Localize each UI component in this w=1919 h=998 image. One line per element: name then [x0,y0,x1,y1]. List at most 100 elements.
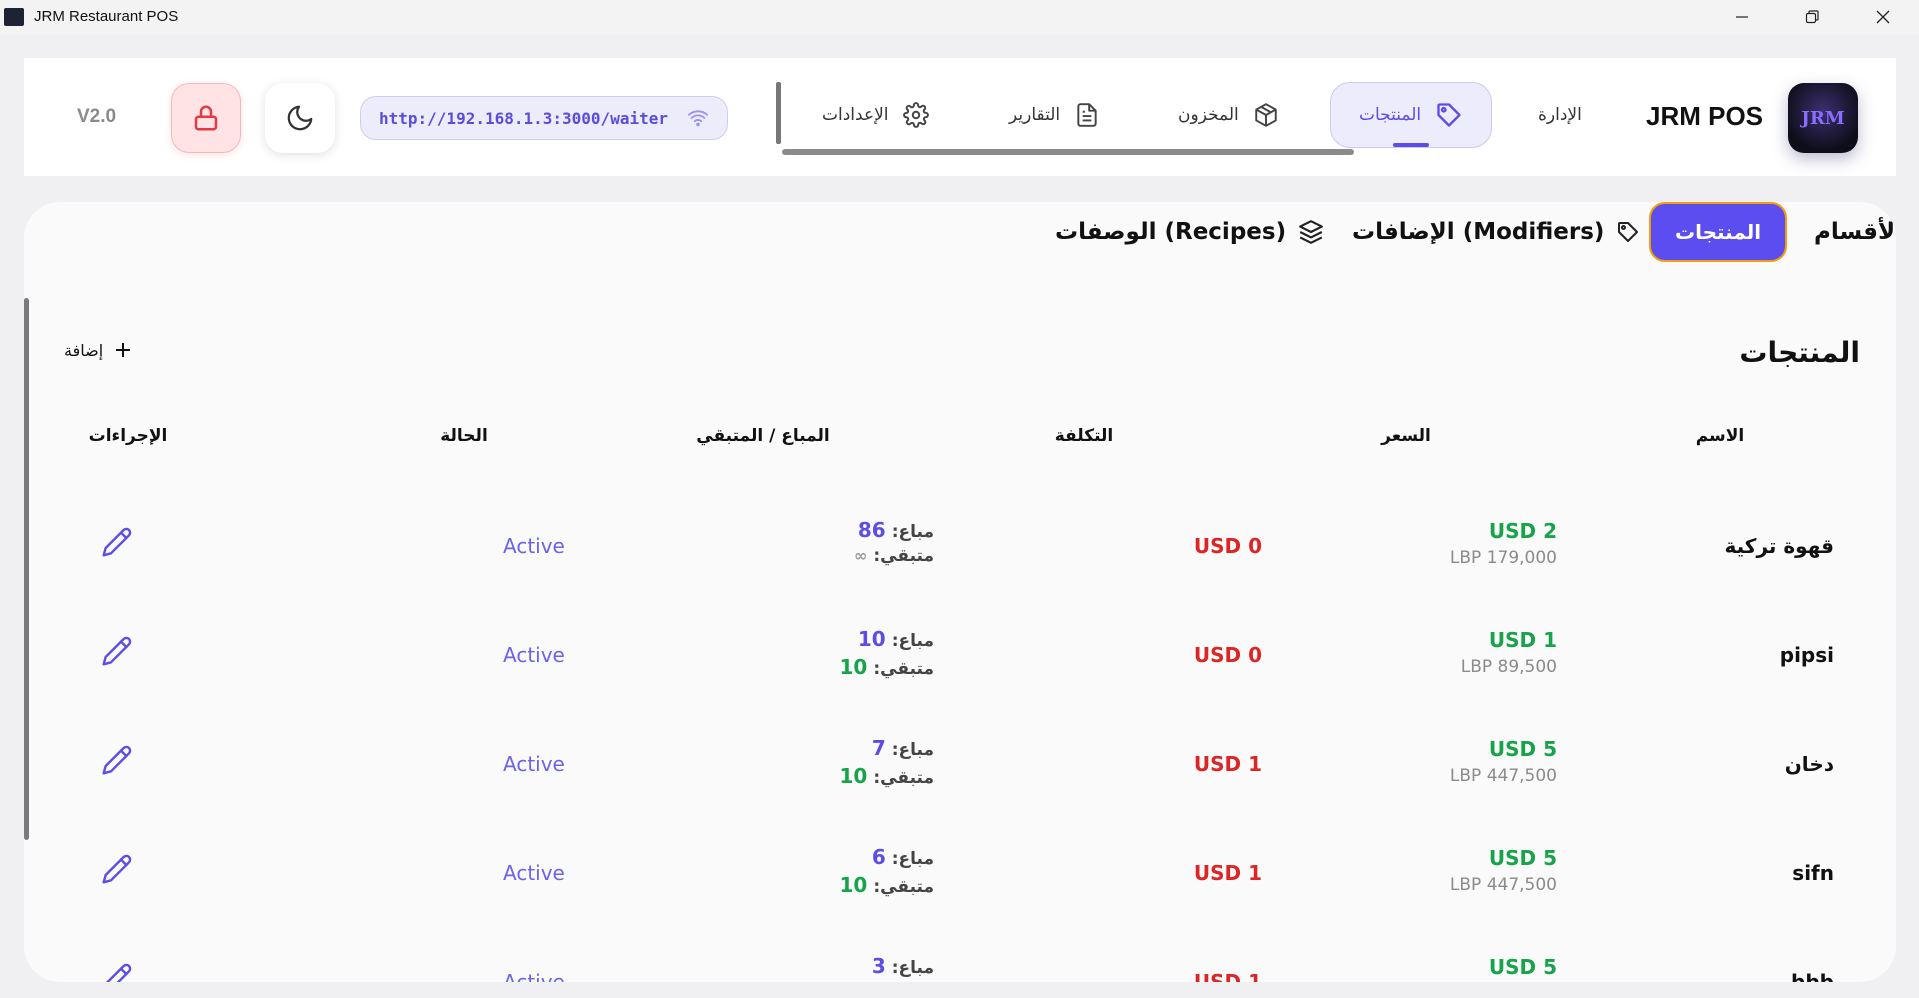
box-icon [1255,103,1277,127]
table-row: sifn USD 5 LBP 447,500 USD 1 مباع: 6 متب… [24,821,1896,930]
remaining-count: متبقي: 10 [840,764,934,788]
table-row: pipsi USD 1 LBP 89,500 USD 0 مباع: 10 مت… [24,603,1896,712]
product-name: دخان [1784,752,1834,776]
nav-label: الإدارة [1538,105,1582,125]
price-usd: USD 5 [1488,737,1557,761]
product-name: sifn [1792,861,1834,885]
remaining-count: متبقي: ∞ [854,546,934,566]
price-lbp: LBP 447,500 [1449,875,1557,895]
table-row: bbb USD 5 LBP 447,500 USD 1 مباع: 3 متبق… [24,930,1896,982]
nav-item-reports[interactable]: التقارير [1009,82,1100,148]
moon-icon [287,105,313,131]
nav-item-management[interactable]: الإدارة [1538,82,1582,148]
price-lbp: LBP 179,000 [1449,548,1557,568]
product-name: bbb [1791,970,1834,982]
product-name: pipsi [1779,643,1834,667]
add-product-button[interactable]: إضافة [64,340,133,360]
dark-mode-toggle[interactable] [265,83,335,153]
sold-count: مباع: 7 [872,736,934,760]
edit-button[interactable] [101,962,133,982]
lock-icon [194,105,218,131]
pencil-icon [102,854,132,884]
waiter-url-badge[interactable]: http://192.168.1.3:3000/waiter [360,96,728,140]
title-bar: JRM Restaurant POS [0,0,1919,34]
tag-icon [1437,103,1461,127]
sold-prefix: مباع: [891,631,934,651]
remaining-prefix: متبقي: [873,546,934,566]
header-sold-remaining: المباع / المتبقي [696,426,830,446]
app-icon [4,8,24,26]
table-row: دخان USD 5 LBP 447,500 USD 1 مباع: 7 متب… [24,712,1896,821]
sold-count: مباع: 86 [858,518,934,542]
nav-item-products[interactable]: المنتجات [1330,82,1493,148]
price-lbp: LBP 447,500 [1449,766,1557,786]
brand-name: JRM POS [1646,101,1764,131]
remaining-value: 10 [839,764,868,788]
table-row: قهوة تركية USD 2 LBP 179,000 USD 0 مباع:… [24,494,1896,603]
cost-value: USD 0 [1193,643,1262,667]
wifi-icon [687,110,709,127]
price-usd: USD 2 [1488,519,1557,543]
remaining-count: متبقي: 10 [840,873,934,897]
status-badge: Active [503,752,565,776]
status-badge: Active [503,643,565,667]
sold-prefix: مباع: [891,958,934,978]
remaining-prefix: متبقي: [873,877,934,897]
price-usd: USD 1 [1488,628,1557,652]
price-usd: USD 5 [1488,846,1557,870]
status-badge: Active [503,861,565,885]
cost-value: USD 1 [1193,970,1262,982]
restore-button[interactable] [1782,0,1842,34]
subtab-categories[interactable]: الأقسام [1814,202,1896,262]
sold-value: 6 [871,845,886,869]
nav-item-settings[interactable]: الإعدادات [822,82,929,148]
pencil-icon [102,636,132,666]
minimize-button[interactable] [1712,0,1772,34]
nav-scrollbar-vertical[interactable] [776,82,781,144]
cost-value: USD 0 [1193,534,1262,558]
subtab-products[interactable]: المنتجات [1649,202,1788,262]
header-cost: التكلفة [1054,426,1114,446]
close-icon [1876,10,1890,24]
subtab-label: الوصفات (Recipes) [1055,219,1287,245]
logo-text: JRM [1801,107,1845,129]
pencil-icon [102,745,132,775]
window-title: JRM Restaurant POS [34,8,179,25]
nav-label: الإعدادات [822,105,889,125]
status-badge: Active [503,534,565,558]
product-name: قهوة تركية [1724,534,1834,558]
section-title: المنتجات [1739,336,1860,369]
sold-prefix: مباع: [891,522,934,542]
nav-item-inventory[interactable]: المخزون [1178,82,1279,148]
minimize-icon [1736,16,1748,18]
nav-scrollbar-horizontal[interactable] [782,149,1354,155]
price-usd: USD 5 [1488,955,1557,979]
remaining-value: ∞ [854,546,868,565]
remaining-count: متبقي: 10 [840,655,934,679]
products-panel: الأقسام المنتجات الإضافات (Modifiers) ال… [24,202,1896,982]
remaining-prefix: متبقي: [873,659,934,679]
app-logo: JRM [1788,83,1858,153]
edit-button[interactable] [101,526,133,558]
cost-value: USD 1 [1193,861,1262,885]
cost-value: USD 1 [1193,752,1262,776]
subtab-modifiers[interactable]: الإضافات (Modifiers) [1352,202,1640,262]
edit-button[interactable] [101,744,133,776]
pencil-icon [105,963,132,982]
header-price: السعر [1381,426,1431,446]
layers-icon [1299,220,1324,244]
sold-value: 86 [857,518,886,542]
active-indicator [1393,143,1430,147]
sold-value: 10 [857,627,886,651]
edit-button[interactable] [101,853,133,885]
nav-label: المنتجات [1359,105,1422,125]
app-version: V2.0 [77,106,117,127]
sold-value: 3 [871,954,886,978]
tag-icon [1618,222,1639,242]
close-button[interactable] [1853,0,1913,34]
subtab-label: الأقسام [1814,219,1896,245]
edit-button[interactable] [101,635,133,667]
sold-count: مباع: 10 [858,627,934,651]
lock-button[interactable] [171,83,241,153]
subtab-recipes[interactable]: الوصفات (Recipes) [1055,202,1324,262]
